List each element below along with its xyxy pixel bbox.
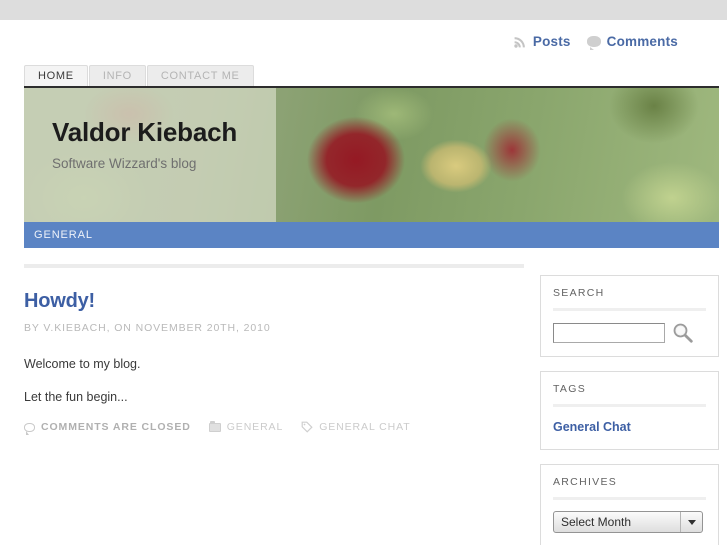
post-category[interactable]: GENERAL <box>208 420 284 433</box>
widget-tags-body: General Chat <box>553 407 706 436</box>
rss-posts-label: Posts <box>532 33 571 49</box>
post-comments-status-label: COMMENTS ARE CLOSED <box>41 421 191 433</box>
archives-select-value: Select Month <box>561 515 632 529</box>
blog-title[interactable]: Valdor Kiebach <box>52 118 237 147</box>
post-body: Welcome to my blog. Let the fun begin... <box>24 356 524 406</box>
header-banner: Valdor Kiebach Software Wizzard's blog <box>24 86 719 222</box>
page-wrapper: Posts Comments HOME INFO CONTACT ME Vald… <box>8 20 719 545</box>
feed-links-row: Posts Comments <box>8 20 719 62</box>
widget-tags-title: TAGS <box>553 383 706 407</box>
browser-chrome-strip <box>0 0 727 20</box>
widget-search: SEARCH <box>540 275 719 357</box>
post-category-label: GENERAL <box>226 421 284 433</box>
body-area: Howdy! BY V.KIEBACH, ON NOVEMBER 20TH, 2… <box>8 248 719 545</box>
tab-home-label: HOME <box>38 70 74 82</box>
sidebar: SEARCH TAGS General Chat ARCHIVES Select… <box>540 264 719 545</box>
post-comments-status: COMMENTS ARE CLOSED <box>24 421 191 435</box>
search-row <box>553 322 706 343</box>
tab-info[interactable]: INFO <box>88 65 146 86</box>
post-paragraph: Welcome to my blog. <box>24 357 141 371</box>
post-tag-label: GENERAL CHAT <box>319 421 411 433</box>
page-root: Posts Comments HOME INFO CONTACT ME Vald… <box>0 20 727 545</box>
tab-contact-me[interactable]: CONTACT ME <box>146 65 254 86</box>
magnifier-icon[interactable] <box>672 322 693 343</box>
search-input[interactable] <box>553 322 665 343</box>
post-paragraph: Let the fun begin... <box>24 389 128 404</box>
category-bar: GENERAL <box>24 222 719 248</box>
archives-month-select[interactable]: Select Month <box>553 511 703 533</box>
post-footer-meta: COMMENTS ARE CLOSED GENERAL GENERAL CHAT <box>24 420 524 435</box>
comment-bubble-icon <box>586 35 601 50</box>
rss-icon <box>514 36 525 48</box>
folder-icon <box>208 420 221 432</box>
tab-contact-me-label: CONTACT ME <box>160 70 240 82</box>
post-tag[interactable]: GENERAL CHAT <box>301 421 410 433</box>
post-meta: BY V.KIEBACH, ON NOVEMBER 20TH, 2010 <box>24 322 271 334</box>
chevron-down-icon <box>680 512 702 532</box>
rss-posts-link[interactable]: Posts <box>514 34 571 49</box>
tab-home[interactable]: HOME <box>24 65 88 86</box>
banner-text-block: Valdor Kiebach Software Wizzard's blog <box>52 118 237 171</box>
content-divider <box>24 264 524 268</box>
widget-search-title: SEARCH <box>553 287 706 311</box>
main-navigation-tabs: HOME INFO CONTACT ME <box>8 62 719 86</box>
comment-bubble-icon <box>24 422 35 435</box>
comments-feed-label: Comments <box>606 33 678 49</box>
comments-feed-link[interactable]: Comments <box>586 33 678 50</box>
category-bar-item-general[interactable]: GENERAL <box>34 229 93 241</box>
widget-archives-title: ARCHIVES <box>553 476 706 500</box>
tab-info-label: INFO <box>102 70 132 82</box>
widget-archives: ARCHIVES Select Month <box>540 464 719 545</box>
content-column: Howdy! BY V.KIEBACH, ON NOVEMBER 20TH, 2… <box>24 264 540 545</box>
tag-link-general-chat[interactable]: General Chat <box>553 420 631 434</box>
post-title[interactable]: Howdy! <box>24 290 524 313</box>
widget-tags: TAGS General Chat <box>540 371 719 450</box>
widget-search-body <box>553 311 706 343</box>
tag-icon <box>301 421 313 433</box>
widget-archives-body: Select Month <box>553 500 706 533</box>
blog-tagline: Software Wizzard's blog <box>52 155 197 171</box>
